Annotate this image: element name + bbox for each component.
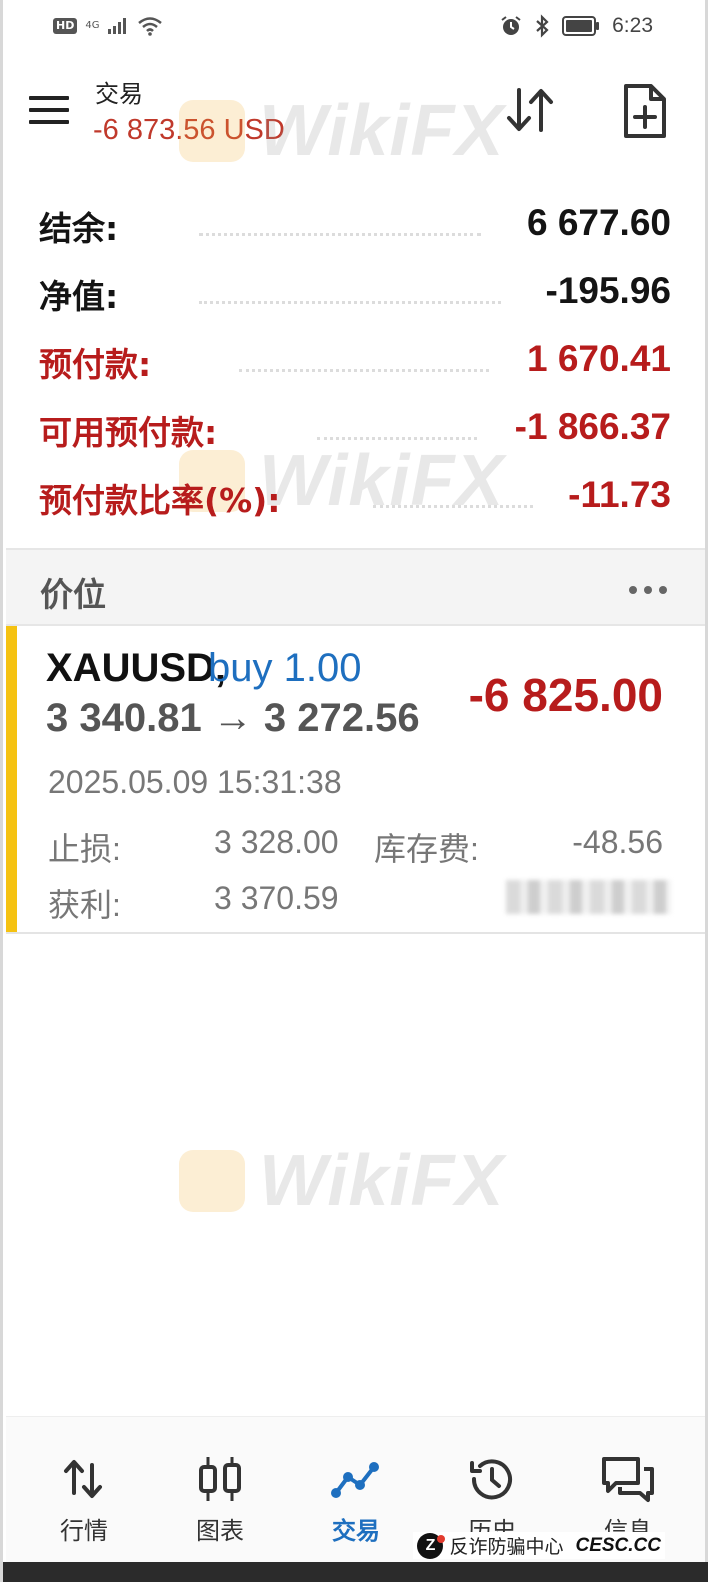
redacted-area	[506, 880, 671, 914]
summary-row-margin: 预付款: 1 670.41	[3, 328, 708, 396]
summary-value: 6 677.60	[526, 202, 671, 243]
position-open-time: 2025.05.09 15:31:38	[48, 764, 342, 800]
battery-icon	[562, 16, 600, 36]
nav-label: 行情	[60, 1517, 108, 1545]
position-side-volume: buy 1.00	[208, 646, 362, 690]
summary-label: 净值:	[39, 277, 119, 316]
nav-item-trade[interactable]: 交易	[288, 1417, 424, 1563]
signal-icon	[108, 18, 127, 34]
status-left: HD 4G	[53, 16, 163, 36]
sort-arrows-icon[interactable]	[503, 84, 559, 136]
nav-label: 交易	[332, 1517, 380, 1545]
balance-change: -6 873.56 USD	[93, 114, 285, 146]
nav-label: 图表	[196, 1517, 244, 1545]
credit-text: 反诈防骗中心	[449, 1536, 564, 1558]
account-summary: 结余: 6 677.60 净值: -195.96 预付款: 1 670.41 可…	[3, 192, 708, 532]
summary-value: -195.96	[545, 270, 672, 311]
position-prices: 3 340.81 → 3 272.56	[46, 696, 420, 740]
nav-item-charts[interactable]: 图表	[152, 1417, 288, 1563]
summary-row-margin-level: 预付款比率(%): -11.73	[3, 464, 708, 532]
more-options-icon[interactable]	[629, 586, 667, 594]
chart-candles-icon	[199, 1457, 241, 1501]
new-order-icon[interactable]	[621, 82, 669, 140]
position-item[interactable]: XAUUSD, buy 1.00 3 340.81 → 3 272.56 -6 …	[6, 626, 705, 934]
bluetooth-icon	[536, 14, 549, 38]
app-screen: HD 4G 6:23 交易 -6 873.56 USD WikiFX WikiF…	[0, 0, 708, 1582]
source-credit: Z 反诈防骗中心 CESC.CC	[413, 1532, 665, 1559]
credit-site: CESC.CC	[575, 1534, 661, 1556]
position-profit: -6 825.00	[468, 669, 663, 721]
section-title: 价位	[40, 575, 106, 614]
menu-icon[interactable]	[29, 96, 69, 128]
status-bar: HD 4G 6:23	[3, 0, 708, 56]
quotes-arrows-icon	[64, 1460, 102, 1498]
clock-time: 6:23	[612, 14, 653, 37]
status-right: 6:23	[500, 14, 653, 38]
stop-loss-value: 3 328.00	[214, 824, 339, 860]
app-header: 交易 -6 873.56 USD	[3, 60, 708, 180]
network-type: 4G	[85, 20, 100, 31]
summary-row-equity: 净值: -195.96	[3, 260, 708, 328]
wifi-icon	[138, 17, 163, 36]
summary-value: -1 866.37	[514, 406, 671, 447]
hd-badge: HD	[53, 18, 78, 34]
watermark-logo-icon	[179, 1150, 245, 1212]
swap-value: -48.56	[572, 824, 663, 860]
messages-icon	[602, 1457, 654, 1502]
positions-section-header: 价位	[6, 548, 705, 626]
summary-value: -11.73	[568, 474, 671, 515]
position-symbol: XAUUSD,	[46, 646, 227, 690]
swap-label: 库存费:	[374, 831, 479, 867]
summary-label: 预付款比率(%):	[39, 481, 281, 520]
summary-row-balance: 结余: 6 677.60	[3, 192, 708, 260]
summary-label: 结余:	[39, 209, 119, 248]
history-clock-icon	[470, 1459, 512, 1500]
summary-label: 预付款:	[39, 345, 152, 384]
watermark: WikiFX	[179, 1140, 504, 1222]
summary-label: 可用预付款:	[39, 413, 218, 452]
bottom-edge	[3, 1562, 708, 1582]
nav-item-quotes[interactable]: 行情	[16, 1417, 152, 1563]
summary-row-free-margin: 可用预付款: -1 866.37	[3, 396, 708, 464]
summary-value: 1 670.41	[526, 338, 671, 379]
page-title: 交易	[95, 80, 143, 108]
position-indicator-bar	[6, 626, 17, 932]
stop-loss-label: 止损:	[48, 831, 121, 867]
alarm-icon	[501, 16, 521, 35]
trade-line-icon	[331, 1462, 379, 1498]
anti-fraud-logo-icon: Z	[417, 1532, 446, 1559]
take-profit-label: 获利:	[48, 887, 121, 923]
take-profit-value: 3 370.59	[214, 880, 339, 916]
